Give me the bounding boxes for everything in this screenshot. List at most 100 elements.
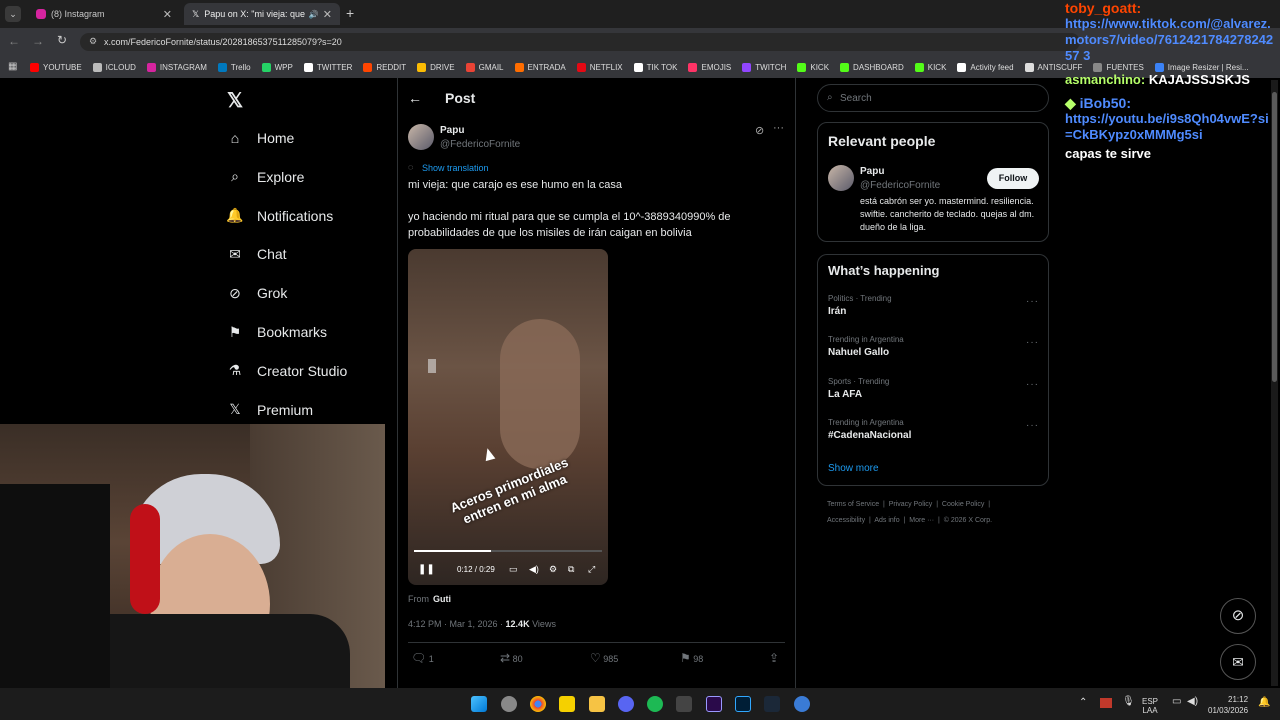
notification-icon[interactable]: 🔔 (1258, 697, 1270, 708)
avatar[interactable] (828, 165, 854, 191)
close-tab-icon[interactable]: ✕ (323, 8, 332, 21)
footer-link[interactable]: Accessibility (827, 517, 865, 524)
bookmark-item[interactable]: TWITTER (303, 62, 352, 72)
trend-item[interactable]: Politics · Trending Irán (828, 294, 892, 317)
back-icon[interactable]: ← (8, 34, 20, 48)
volume-icon[interactable]: ◀) (1187, 696, 1198, 707)
tray-chevron-icon[interactable]: ⌃ (1079, 697, 1087, 708)
bookmark-button[interactable]: ⚑ 98 (680, 651, 703, 665)
grok-icon[interactable]: ⊘ (755, 124, 764, 137)
pause-icon[interactable]: ❚❚ (418, 564, 435, 575)
post-timestamp[interactable]: 4:12 PM · Mar 1, 2026 · (408, 619, 506, 629)
microphone-icon[interactable]: 🎙 (1122, 696, 1135, 707)
bookmark-item[interactable]: REDDIT (363, 62, 406, 72)
page-scrollbar[interactable] (1271, 80, 1278, 686)
bookmark-item[interactable]: EMOJIS (688, 62, 731, 72)
premiere-icon[interactable] (706, 696, 722, 712)
person-name[interactable]: Papu (860, 166, 884, 177)
app-icon[interactable] (794, 696, 810, 712)
bookmark-item[interactable]: ENTRADA (514, 62, 566, 72)
more-options-icon[interactable]: ··· (1026, 337, 1039, 348)
bookmark-item[interactable]: YOUTUBE (30, 62, 82, 72)
sidebar-item-notifications[interactable]: 🔔 Notifications (226, 207, 333, 225)
volume-icon[interactable]: ◀) (529, 564, 539, 575)
more-options-icon[interactable]: ··· (773, 122, 784, 134)
grok-float-button[interactable]: ⊘ (1220, 598, 1256, 634)
site-info-icon[interactable]: ⚙ (89, 36, 97, 47)
tray-app-icon[interactable] (1100, 698, 1112, 708)
speaker-icon[interactable]: 🔊 (309, 10, 319, 19)
chrome-icon[interactable] (530, 696, 546, 712)
person-handle[interactable]: @FedericoFornite (860, 180, 940, 191)
messages-float-button[interactable]: ✉ (1220, 644, 1256, 680)
close-tab-icon[interactable]: ✕ (163, 8, 172, 21)
pip-icon[interactable]: ⧉ (568, 564, 574, 575)
author-handle[interactable]: @FedericoFornite (440, 139, 520, 150)
footer-link[interactable]: Privacy Policy (889, 501, 933, 508)
captions-icon[interactable]: ▭ (509, 564, 518, 575)
file-explorer-icon[interactable] (589, 696, 605, 712)
bookmark-item[interactable]: DASHBOARD (840, 62, 904, 72)
tab-list-button[interactable]: ⌄ (5, 6, 21, 22)
author-name[interactable]: Papu (440, 125, 464, 136)
trend-item[interactable]: Trending in Argentina Nahuel Gallo (828, 335, 904, 358)
show-more-link[interactable]: Show more (828, 463, 879, 474)
footer-link[interactable]: Terms of Service (827, 501, 879, 508)
sticky-notes-icon[interactable] (559, 696, 575, 712)
x-logo-icon[interactable]: 𝕏 (227, 88, 243, 113)
tab-instagram[interactable]: (8) Instagram ✕ (28, 3, 180, 25)
bookmark-item[interactable]: ICLOUD (92, 62, 136, 72)
more-options-icon[interactable]: ··· (1026, 420, 1039, 431)
bookmark-item[interactable]: DRIVE (417, 62, 455, 72)
bookmark-item[interactable]: GMAIL (465, 62, 504, 72)
language-indicator[interactable]: ESP LAA (1142, 697, 1158, 715)
footer-link[interactable]: Cookie Policy (942, 501, 984, 508)
footer-link[interactable]: Ads info (874, 517, 899, 524)
clock[interactable]: 21:12 01/03/2026 (1208, 694, 1248, 716)
bookmark-item[interactable]: KICK (914, 62, 946, 72)
bookmark-item[interactable]: KICK (797, 62, 829, 72)
forward-icon[interactable]: → (32, 34, 44, 48)
share-icon[interactable]: ⇪ (769, 651, 779, 665)
bookmark-item[interactable]: TWITCH (742, 62, 786, 72)
video-player[interactable]: Aceros primordiales entren en mi alma ❚❚… (408, 249, 608, 585)
search-box[interactable]: ⌕ Search (817, 84, 1049, 112)
app-icon[interactable] (501, 696, 517, 712)
sidebar-item-chat[interactable]: ✉ Chat (226, 245, 286, 263)
sidebar-item-explore[interactable]: ⌕ Explore (226, 168, 304, 186)
bookmark-item[interactable]: NETFLIX (576, 62, 623, 72)
footer-link[interactable]: More ··· (909, 517, 934, 524)
trend-item[interactable]: Sports · Trending La AFA (828, 377, 889, 400)
sidebar-item-premium[interactable]: 𝕏 Premium (226, 401, 313, 419)
like-button[interactable]: ♡ 985 (590, 651, 618, 665)
bookmark-item[interactable]: TIK TOK (633, 62, 677, 72)
discord-icon[interactable] (618, 696, 634, 712)
video-progress-track[interactable] (414, 550, 602, 552)
address-bar[interactable]: ⚙ x.com/FedericoFornite/status/202818653… (80, 33, 1080, 51)
sidebar-item-grok[interactable]: ⊘ Grok (226, 284, 287, 302)
bookmark-item[interactable]: Trello (217, 62, 251, 72)
windows-start-icon[interactable] (471, 696, 487, 712)
steam-icon[interactable] (764, 696, 780, 712)
avatar[interactable] (408, 124, 434, 150)
back-arrow-icon[interactable]: ← (408, 90, 422, 106)
network-icon[interactable]: ▭ (1172, 696, 1181, 707)
more-options-icon[interactable]: ··· (1026, 379, 1039, 390)
new-tab-button[interactable]: + (346, 5, 354, 21)
sidebar-item-bookmarks[interactable]: ⚑ Bookmarks (226, 323, 327, 341)
bookmark-item[interactable]: WPP (261, 62, 293, 72)
app-icon[interactable] (676, 696, 692, 712)
follow-button[interactable]: Follow (987, 168, 1039, 189)
photoshop-icon[interactable] (735, 696, 751, 712)
bookmark-item[interactable]: INSTAGRAM (146, 62, 207, 72)
show-translation-link[interactable]: Show translation (422, 163, 489, 173)
reply-button[interactable]: 🗨 1 (411, 651, 434, 665)
sidebar-item-creator-studio[interactable]: ⚗ Creator Studio (226, 362, 348, 380)
reload-icon[interactable]: ↻ (57, 33, 67, 47)
more-options-icon[interactable]: ··· (1026, 296, 1039, 307)
from-user-link[interactable]: Guti (433, 594, 451, 604)
apps-grid-icon[interactable]: ▦ (8, 61, 17, 72)
fullscreen-icon[interactable]: ⤢ (588, 564, 595, 575)
sidebar-item-home[interactable]: ⌂ Home (226, 129, 295, 147)
tab-x-post[interactable]: 𝕏 Papu on X: "mi vieja: que ca 🔊 ✕ (184, 3, 340, 25)
